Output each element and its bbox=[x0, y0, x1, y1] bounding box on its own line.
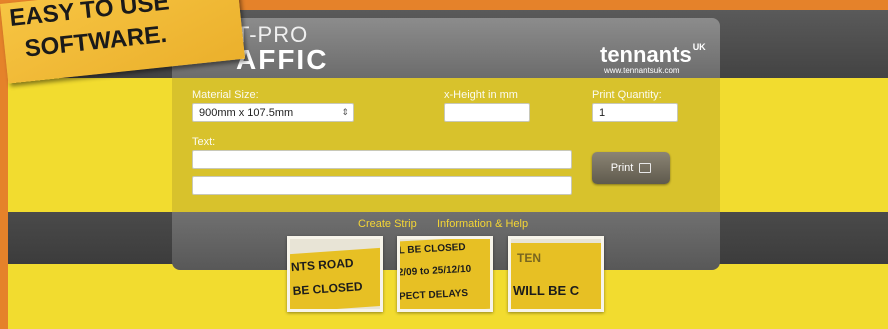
nav-information-help[interactable]: Information & Help bbox=[437, 218, 528, 230]
app-logo-main: AFFIC bbox=[236, 44, 329, 75]
select-arrow-icon: ⇕ bbox=[341, 107, 349, 117]
sign-text: TEN bbox=[517, 251, 541, 265]
nav-create-strip[interactable]: Create Strip bbox=[358, 218, 417, 230]
text-line-1-input[interactable] bbox=[192, 150, 572, 169]
road-sign: L BE CLOSED 2/09 to 25/12/10 PECT DELAYS bbox=[397, 239, 490, 309]
print-quantity-label: Print Quantity: bbox=[592, 89, 662, 101]
example-photo: TEN WILL BE C bbox=[508, 236, 604, 312]
sign-text: NTS ROAD bbox=[290, 255, 354, 275]
sign-text: BE CLOSED bbox=[292, 279, 363, 299]
text-line-2-input[interactable] bbox=[192, 176, 572, 195]
sign-text: 2/09 to 25/12/10 bbox=[397, 263, 472, 279]
material-size-label: Material Size: bbox=[192, 89, 259, 101]
sign-text: PECT DELAYS bbox=[398, 287, 469, 303]
x-height-label: x-Height in mm bbox=[444, 89, 518, 101]
printer-icon bbox=[639, 163, 652, 173]
road-sign: TEN WILL BE C bbox=[511, 243, 601, 309]
print-quantity-input[interactable]: 1 bbox=[592, 103, 678, 122]
text-label: Text: bbox=[192, 136, 216, 148]
brand-name: tennants bbox=[600, 42, 692, 67]
material-size-value: 900mm x 107.5mm bbox=[199, 107, 294, 119]
example-photo: NTS ROAD BE CLOSED bbox=[287, 236, 383, 312]
print-button[interactable]: Print bbox=[592, 152, 670, 184]
brand-suffix: UK bbox=[692, 42, 706, 52]
sign-text: L BE CLOSED bbox=[398, 241, 466, 257]
brand-logo: tennantsUK bbox=[600, 42, 706, 68]
print-button-label: Print bbox=[610, 162, 634, 174]
road-sign: NTS ROAD BE CLOSED bbox=[290, 247, 380, 309]
example-photo: L BE CLOSED 2/09 to 25/12/10 PECT DELAYS bbox=[397, 236, 493, 312]
brand-url: www.tennantsuk.com bbox=[604, 66, 680, 75]
sign-text: WILL BE C bbox=[513, 283, 580, 298]
material-size-select[interactable]: 900mm x 107.5mm ⇕ bbox=[192, 103, 354, 122]
x-height-input[interactable] bbox=[444, 103, 530, 122]
